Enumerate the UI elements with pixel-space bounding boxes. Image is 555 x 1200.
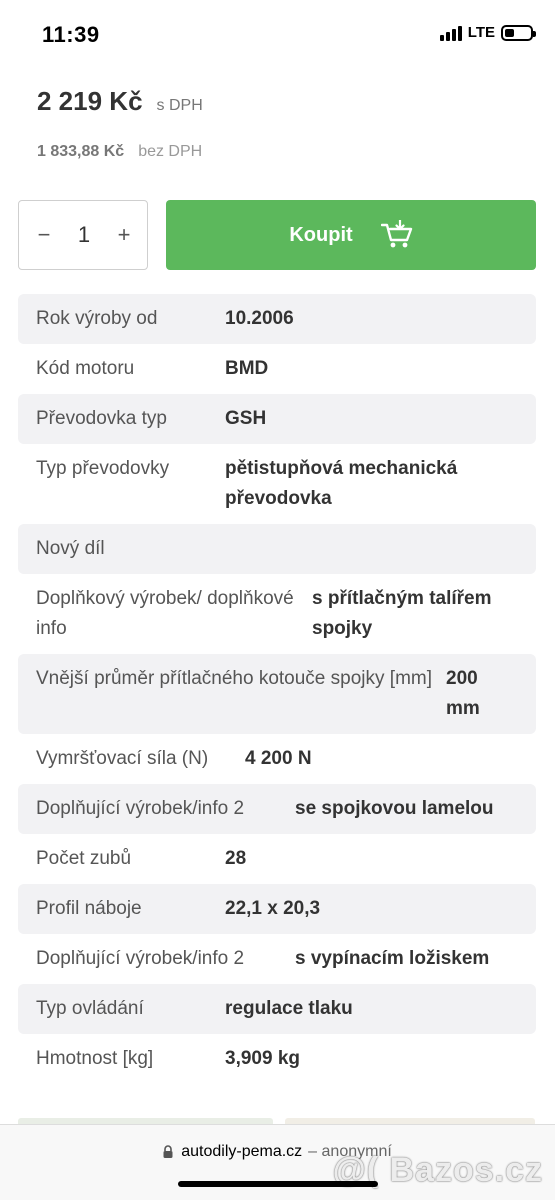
- spec-table: Rok výroby od 10.2006 Kód motoru BMD Pře…: [18, 294, 536, 1084]
- price-note: s DPH: [156, 97, 203, 114]
- spec-value: 28: [225, 848, 247, 869]
- buy-button-label: Koupit: [289, 223, 353, 246]
- spec-row: Profil náboje 22,1 x 20,3: [18, 884, 536, 934]
- spec-label: Vnější průměr přítlačného kotouče spojky…: [36, 668, 433, 689]
- spec-row: Doplňující výrobek/info 2 se spojkovou l…: [18, 784, 536, 834]
- price-sub-value: 1 833,88 Kč: [37, 143, 125, 160]
- browser-url-bar[interactable]: autodily-pema.cz – anonymní @( Bazos.cz: [0, 1124, 555, 1200]
- buy-button[interactable]: Koupit: [166, 200, 536, 270]
- signal-icon: [439, 25, 462, 41]
- spec-label: Vymršťovací síla (N): [36, 748, 209, 769]
- spec-row: Vymršťovací síla (N) 4 200 N: [18, 734, 536, 784]
- spec-label: Typ převodovky: [36, 458, 170, 479]
- spec-value: s vypínacím ložiskem: [295, 948, 490, 969]
- quantity-input[interactable]: 1: [78, 222, 90, 248]
- lock-icon: [163, 1145, 173, 1163]
- spec-label: Převodovka typ: [36, 408, 167, 429]
- spec-value: 10.2006: [225, 308, 294, 329]
- price-value: 2 219 Kč: [37, 86, 143, 116]
- spec-label: Kód motoru: [36, 358, 135, 379]
- spec-row: Typ převodovky pětistupňová mechanická p…: [18, 444, 536, 524]
- spec-label: Nový díl: [36, 538, 105, 559]
- spec-label: Doplňkový výrobek/ doplňkové info: [36, 588, 294, 639]
- price-sub-note: bez DPH: [138, 143, 203, 160]
- spec-row: Doplňující výrobek/info 2 s vypínacím lo…: [18, 934, 536, 984]
- status-bar: 11:39 LTE: [0, 0, 555, 70]
- spec-value: 3,909 kg: [225, 1048, 300, 1069]
- battery-icon: [501, 24, 536, 41]
- spec-row: Vnější průměr přítlačného kotouče spojky…: [18, 654, 536, 734]
- spec-row: Počet zubů 28: [18, 834, 536, 884]
- spec-label: Rok výroby od: [36, 308, 158, 329]
- status-time: 11:39: [42, 22, 100, 47]
- spec-label: Doplňující výrobek/info 2: [36, 798, 245, 819]
- spec-value: GSH: [225, 408, 267, 429]
- increase-quantity-button[interactable]: +: [115, 222, 133, 248]
- spec-value: pětistupňová mechanická převodovka: [225, 458, 458, 509]
- spec-label: Typ ovládání: [36, 998, 144, 1019]
- spec-row: Doplňkový výrobek/ doplňkové info s přít…: [18, 574, 536, 654]
- decrease-quantity-button[interactable]: −: [35, 222, 53, 248]
- price-without-vat: 1 833,88 Kč bez DPH: [37, 143, 202, 161]
- cart-icon: [380, 220, 413, 250]
- spec-value: BMD: [225, 358, 269, 379]
- spec-label: Počet zubů: [36, 848, 132, 869]
- spec-label: Doplňující výrobek/info 2: [36, 948, 245, 969]
- url-host: autodily-pema.cz: [181, 1143, 303, 1160]
- spec-value: 200 mm: [446, 668, 480, 719]
- spec-label: Profil náboje: [36, 898, 142, 919]
- home-indicator: [178, 1181, 378, 1187]
- price-with-vat: 2 219 Kč s DPH: [37, 86, 203, 117]
- spec-row: Převodovka typ GSH: [18, 394, 536, 444]
- spec-row: Typ ovládání regulace tlaku: [18, 984, 536, 1034]
- spec-row: Rok výroby od 10.2006: [18, 294, 536, 344]
- spec-value: 22,1 x 20,3: [225, 898, 321, 919]
- status-indicators: LTE: [439, 24, 536, 41]
- spec-value: regulace tlaku: [225, 998, 353, 1019]
- spec-row: Kód motoru BMD: [18, 344, 536, 394]
- quantity-stepper: − 1 +: [18, 200, 148, 270]
- spec-value: s přítlačným talířem spojky: [312, 588, 492, 639]
- spec-label: Hmotnost [kg]: [36, 1048, 154, 1069]
- network-label: LTE: [467, 24, 495, 41]
- spec-value: se spojkovou lamelou: [295, 798, 494, 819]
- spec-row: Nový díl: [18, 524, 536, 574]
- spec-row: Hmotnost [kg] 3,909 kg: [18, 1034, 536, 1084]
- spec-value: 4 200 N: [245, 748, 312, 769]
